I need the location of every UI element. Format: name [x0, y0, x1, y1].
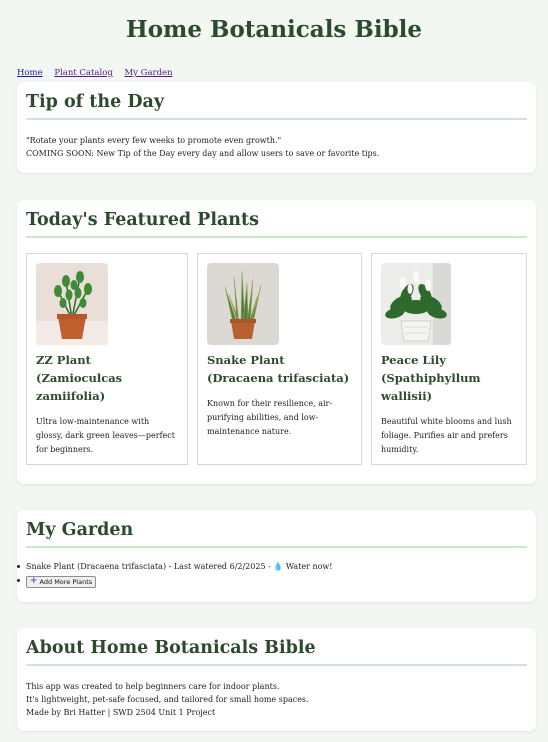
- plus-icon: +: [30, 576, 38, 586]
- list-item: Snake Plant (Dracaena trifasciata) - Las…: [17, 560, 527, 574]
- tip-heading: Tip of the Day: [26, 92, 527, 120]
- nav-link-plant-catalog[interactable]: Plant Catalog: [54, 68, 112, 78]
- about-credit: Made by Bri Hatter | SWD 2504 Unit 1 Pro…: [26, 708, 216, 717]
- featured-plants-card: Today's Featured Plants ZZ Plant (Zamioc…: [17, 200, 536, 484]
- list-item: + Add More Plants: [17, 574, 527, 588]
- nav-link-home[interactable]: Home: [17, 68, 43, 78]
- featured-plant-list: ZZ Plant (Zamioculcas zamiifolia) Ultra …: [26, 253, 527, 465]
- tip-quote: "Rotate your plants every few weeks to p…: [26, 136, 282, 145]
- about-heading: About Home Botanicals Bible: [26, 638, 527, 666]
- about-text: This app was created to help beginners c…: [26, 680, 527, 719]
- water-now-label: Water now!: [283, 562, 333, 571]
- tip-text: "Rotate your plants every few weeks to p…: [26, 134, 527, 160]
- garden-list: Snake Plant (Dracaena trifasciata) - Las…: [17, 560, 527, 588]
- site-title: Home Botanicals Bible: [125, 16, 423, 43]
- tip-of-the-day-card: Tip of the Day "Rotate your plants every…: [17, 82, 536, 173]
- plant-name: ZZ Plant (Zamioculcas zamiifolia): [36, 353, 123, 403]
- snake-plant-photo: [207, 263, 279, 345]
- about-line-1: This app was created to help beginners c…: [26, 682, 280, 691]
- add-more-plants-button[interactable]: + Add More Plants: [26, 575, 97, 588]
- plant-description: Ultra low-maintenance with glossy, dark …: [36, 417, 175, 454]
- peace-lily-photo: [380, 263, 451, 345]
- plant-description: Beautiful white blooms and lush foliage.…: [380, 417, 512, 454]
- plant-name: Snake Plant (Dracaena trifasciata): [207, 353, 350, 385]
- plant-description: Known for their resilience, air-purifyin…: [207, 399, 333, 436]
- tip-coming-soon: COMING SOON: New Tip of the Day every da…: [26, 149, 380, 158]
- garden-entry-text: Snake Plant (Dracaena trifasciata) - Las…: [26, 562, 274, 571]
- zz-plant-photo: [36, 263, 108, 345]
- plant-card-snake: Snake Plant (Dracaena trifasciata) Known…: [197, 253, 362, 465]
- about-line-2: It's lightweight, pet-safe focused, and …: [26, 695, 309, 704]
- plant-name: Peace Lily (Spathiphyllum wallisii): [380, 353, 481, 403]
- plant-card-zz: ZZ Plant (Zamioculcas zamiifolia) Ultra …: [26, 253, 188, 465]
- water-drop-icon: 💧: [273, 562, 284, 571]
- featured-heading: Today's Featured Plants: [26, 210, 527, 238]
- plant-card-peace-lily: Peace Lily (Spathiphyllum wallisii) Beau…: [370, 253, 527, 465]
- garden-heading: My Garden: [26, 520, 527, 548]
- about-card: About Home Botanicals Bible This app was…: [17, 628, 536, 731]
- add-more-plants-label: Add More Plants: [39, 577, 93, 586]
- my-garden-card: My Garden Snake Plant (Dracaena trifasci…: [17, 510, 536, 602]
- nav-link-my-garden[interactable]: My Garden: [124, 68, 172, 78]
- top-nav: Home Plant Catalog My Garden: [17, 68, 182, 78]
